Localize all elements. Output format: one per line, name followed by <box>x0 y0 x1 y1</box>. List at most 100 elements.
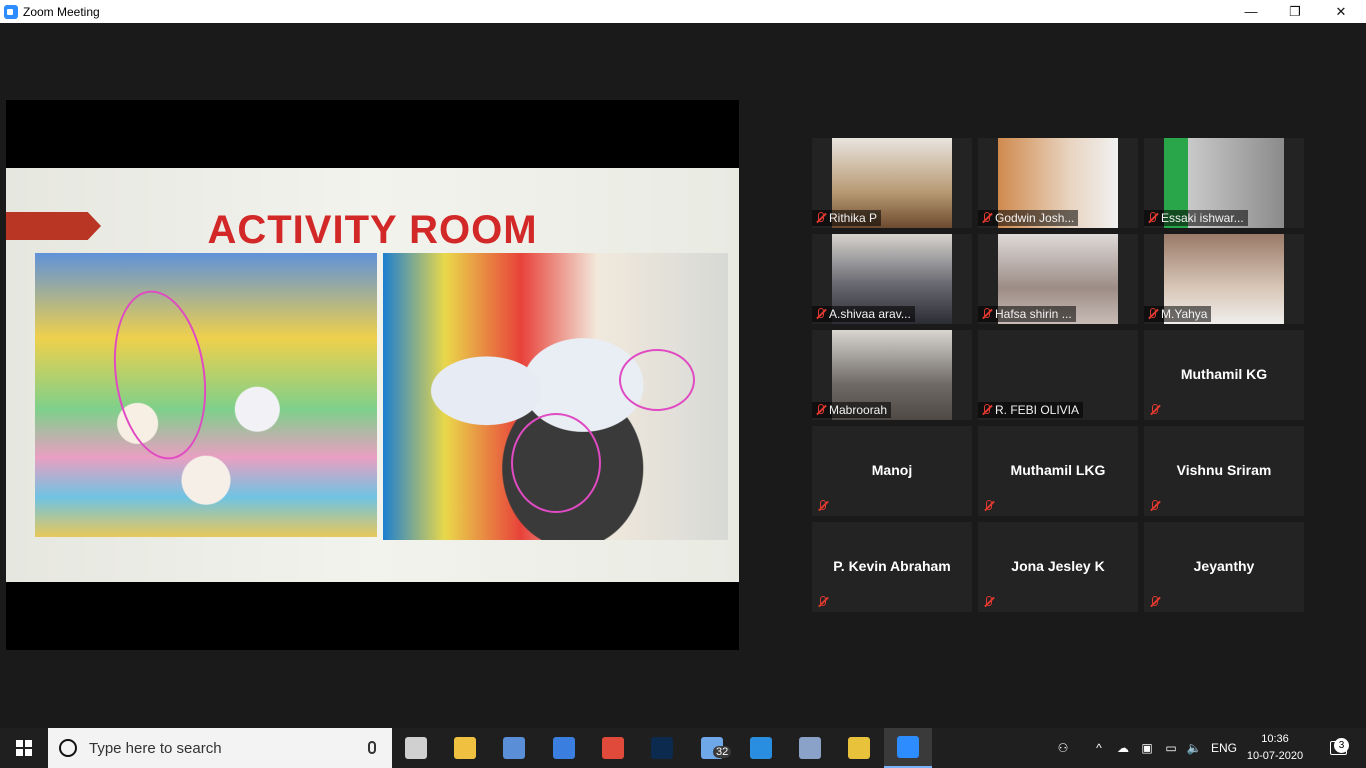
participant-tile[interactable]: Jona Jesley K <box>978 522 1138 612</box>
mail-icon <box>553 737 575 759</box>
participant-name: P. Kevin Abraham <box>833 558 951 574</box>
start-button[interactable] <box>0 728 48 768</box>
participant-tile[interactable]: M.Yahya <box>1144 234 1304 324</box>
participant-tile[interactable]: Godwin Josh... <box>978 138 1138 228</box>
participant-name-label: Hafsa shirin ... <box>978 306 1076 322</box>
participant-tile[interactable]: Muthamil LKG <box>978 426 1138 516</box>
participant-name: Manoj <box>871 462 913 478</box>
network-icon[interactable]: ▭ <box>1160 728 1182 768</box>
children-playing-photo <box>383 253 728 540</box>
muted-microphone-icon <box>815 212 826 224</box>
participant-tile[interactable]: Vishnu Sriram <box>1144 426 1304 516</box>
presentation-slide: ACTIVITY ROOM <box>6 168 739 582</box>
participant-name: Vishnu Sriram <box>1176 462 1272 478</box>
participant-tile[interactable]: Mabroorah <box>812 330 972 420</box>
taskbar: Type here to search 32 ⚇ ^ ☁ ▣ ▭ 🔈 ENG 1… <box>0 728 1366 768</box>
bell-app-icon <box>848 737 870 759</box>
language-indicator[interactable]: ENG <box>1208 728 1240 768</box>
cloud-icon[interactable]: ☁ <box>1112 728 1134 768</box>
participant-tile[interactable]: R. FEBI OLIVIA <box>978 330 1138 420</box>
participant-tile[interactable]: Jeyanthy <box>1144 522 1304 612</box>
close-button[interactable]: ✕ <box>1318 0 1364 23</box>
notification-center-button[interactable]: 3 <box>1318 728 1358 768</box>
task-view-icon <box>405 737 427 759</box>
muted-microphone-icon <box>1149 404 1160 416</box>
muted-microphone-icon <box>817 500 828 512</box>
taskbar-app-button[interactable] <box>540 728 588 768</box>
taskbar-app-button[interactable] <box>737 728 785 768</box>
app-icon <box>799 737 821 759</box>
taskbar-app-button[interactable] <box>490 728 538 768</box>
muted-microphone-icon <box>981 212 992 224</box>
taskbar-app-button[interactable] <box>638 728 686 768</box>
restore-button[interactable]: ❐ <box>1272 0 1318 23</box>
participant-name: Jeyanthy <box>1193 558 1255 574</box>
notification-count: 3 <box>1334 738 1349 753</box>
participant-tile[interactable]: Essaki ishwar... <box>1144 138 1304 228</box>
zoom-logo-icon <box>4 4 18 19</box>
participant-name: Essaki ishwar... <box>1161 211 1244 225</box>
participant-name: A.shivaa arav... <box>829 307 911 321</box>
taskbar-app-button[interactable] <box>786 728 834 768</box>
participant-name: Muthamil LKG <box>1010 462 1106 478</box>
participant-name: M.Yahya <box>1161 307 1208 321</box>
taskbar-app-button[interactable]: 32 <box>688 728 736 768</box>
meeting-area: ACTIVITY ROOM Rithika P Godwin Josh... Ess… <box>0 23 1366 728</box>
participant-tile[interactable]: Rithika P <box>812 138 972 228</box>
taskbar-app-button[interactable] <box>392 728 440 768</box>
edge-icon <box>750 737 772 759</box>
windows-logo-icon <box>16 740 32 756</box>
muted-microphone-icon <box>1149 596 1160 608</box>
annotation-scribble <box>511 413 601 513</box>
muted-microphone-icon <box>817 596 828 608</box>
slide-title: ACTIVITY ROOM <box>207 208 538 252</box>
muted-microphone-icon <box>981 404 992 416</box>
clock-date: 10-07-2020 <box>1246 750 1304 762</box>
file-explorer-icon <box>454 737 476 759</box>
zoom-icon <box>897 736 919 758</box>
muted-microphone-icon <box>1147 308 1158 320</box>
taskbar-app-button[interactable] <box>589 728 637 768</box>
muted-microphone-icon <box>815 308 826 320</box>
participant-tile[interactable]: Manoj <box>812 426 972 516</box>
participant-name-label: Mabroorah <box>812 402 892 418</box>
annotation-scribble <box>103 284 217 466</box>
taskbar-search[interactable]: Type here to search <box>48 728 392 768</box>
participant-tile[interactable]: Hafsa shirin ... <box>978 234 1138 324</box>
participant-tile[interactable]: P. Kevin Abraham <box>812 522 972 612</box>
clock[interactable]: 10:36 10-07-2020 <box>1244 731 1306 765</box>
participant-name-label: R. FEBI OLIVIA <box>978 402 1084 418</box>
muted-microphone-icon <box>983 596 994 608</box>
minimize-button[interactable]: — <box>1228 0 1274 23</box>
app-badge: 32 <box>713 746 732 758</box>
participant-name: R. FEBI OLIVIA <box>995 403 1080 417</box>
participant-name-label: Godwin Josh... <box>978 210 1079 226</box>
muted-microphone-icon <box>815 404 826 416</box>
security-icon[interactable]: ▣ <box>1136 728 1158 768</box>
people-icon[interactable]: ⚇ <box>1048 728 1078 768</box>
participant-name: Muthamil KG <box>1180 366 1268 382</box>
participant-name: Jona Jesley K <box>1011 558 1105 574</box>
muted-microphone-icon <box>1149 500 1160 512</box>
speaker-icon[interactable]: 🔈 <box>1183 728 1205 768</box>
chevron-up-icon[interactable]: ^ <box>1088 728 1110 768</box>
shared-screen[interactable]: ACTIVITY ROOM <box>6 100 739 650</box>
taskbar-app-button[interactable] <box>884 728 932 768</box>
microphone-icon[interactable] <box>368 741 376 754</box>
clock-time: 10:36 <box>1261 733 1289 745</box>
taskbar-app-button[interactable] <box>835 728 883 768</box>
participant-tile[interactable]: A.shivaa arav... <box>812 234 972 324</box>
participant-name-label: Essaki ishwar... <box>1144 210 1248 226</box>
store-icon <box>503 737 525 759</box>
search-icon <box>59 739 77 757</box>
participant-tile[interactable]: Muthamil KG <box>1144 330 1304 420</box>
muted-microphone-icon <box>983 500 994 512</box>
participant-name: Rithika P <box>829 211 878 225</box>
participant-name: Mabroorah <box>829 403 888 417</box>
taskbar-app-button[interactable] <box>441 728 489 768</box>
classroom-photo <box>35 253 377 537</box>
participant-name-label: M.Yahya <box>1144 306 1212 322</box>
participant-name: Hafsa shirin ... <box>995 307 1072 321</box>
participant-name-label: Rithika P <box>812 210 882 226</box>
annotation-scribble <box>619 349 695 411</box>
